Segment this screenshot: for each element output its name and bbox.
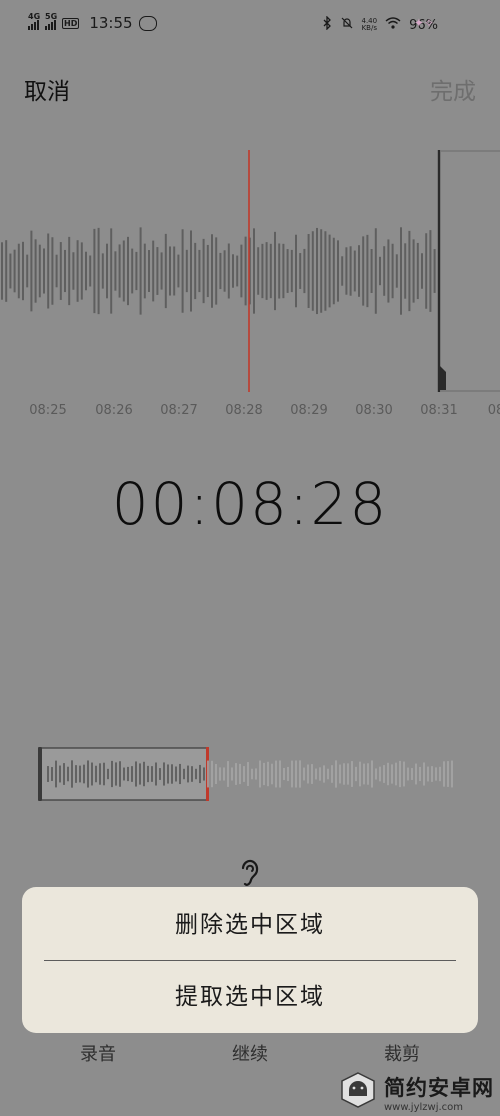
selection-left-handle: [38, 747, 42, 801]
done-button[interactable]: 完成: [430, 72, 476, 106]
end-marker-handle: [439, 365, 446, 390]
continue-button[interactable]: 继续: [232, 1040, 268, 1066]
timeline-tick: 08:28: [225, 403, 263, 418]
network-type-1: 4G: [28, 12, 41, 21]
watermark-logo-icon: [338, 1070, 378, 1114]
status-bar: 4G 5G HD 13:55 4.40 KB/s 96% ✦✧: [0, 0, 500, 52]
timeline-tick: 08: [487, 403, 500, 418]
speed-unit: KB/s: [361, 24, 377, 32]
status-left: 4G 5G HD 13:55: [28, 12, 157, 32]
mute-icon: [340, 16, 354, 34]
status-time: 13:55: [89, 14, 133, 32]
signal-5g-icon: 5G: [45, 12, 57, 30]
record-button[interactable]: 录音: [80, 1040, 116, 1066]
watermark-url: www.jylzwj.com: [384, 1101, 464, 1113]
bottom-nav: 录音 继续 裁剪: [0, 1040, 500, 1068]
elapsed-timer: 00:08:28: [111, 470, 389, 538]
earpiece-icon[interactable]: [237, 856, 263, 890]
sparkle-icon: ✦✧: [413, 16, 434, 30]
action-sheet: 删除选中区域 提取选中区域: [22, 887, 478, 1033]
timeline-tick: 08:31: [420, 403, 458, 418]
waveform: [1, 150, 500, 392]
timeline-tick: 08:25: [29, 403, 67, 418]
watermark: 简约安卓网 www.jylzwj.com: [338, 1070, 494, 1114]
extract-selection-button[interactable]: 提取选中区域: [22, 961, 478, 1033]
overview-waveform: [38, 747, 453, 801]
watermark-text: 简约安卓网 www.jylzwj.com: [384, 1072, 494, 1113]
wechat-notification-icon: [138, 15, 157, 31]
timeline-tick: 08:26: [95, 403, 133, 418]
wifi-icon: [385, 17, 401, 33]
timeline-ruler: 08:25 08:26 08:27 08:28 08:29 08:30 08:3…: [0, 403, 500, 425]
bluetooth-icon: [323, 15, 332, 34]
network-speed: 4.40 KB/s: [362, 18, 378, 32]
delete-selection-button[interactable]: 删除选中区域: [22, 889, 478, 961]
top-bar: 取消 完成: [0, 62, 500, 112]
signal-4g-icon: 4G: [28, 12, 40, 30]
network-type-2: 5G: [45, 12, 58, 21]
timeline-tick: 08:27: [160, 403, 198, 418]
waveform-editor[interactable]: [0, 150, 500, 392]
timeline-tick: 08:30: [355, 403, 393, 418]
timeline-tick: 08:29: [290, 403, 328, 418]
watermark-title: 简约安卓网: [384, 1075, 494, 1100]
cancel-button[interactable]: 取消: [24, 72, 70, 106]
hd-voice-icon: HD: [62, 17, 80, 29]
overview-scrubber[interactable]: [38, 746, 458, 802]
trim-button[interactable]: 裁剪: [384, 1040, 420, 1066]
